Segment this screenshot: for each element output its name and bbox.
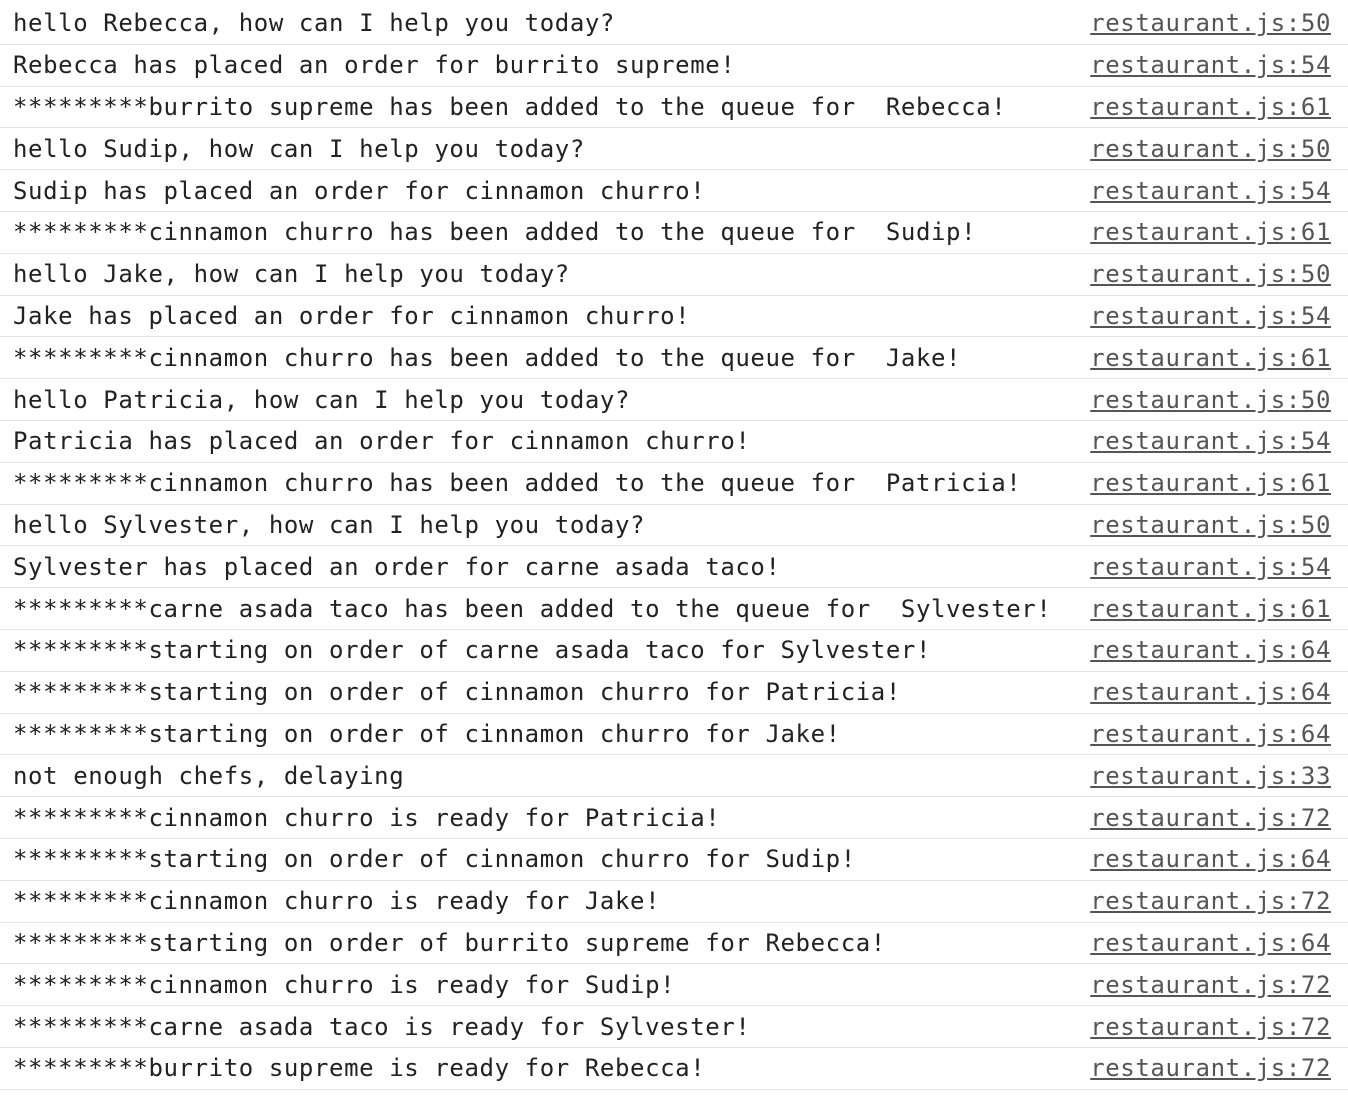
log-message: Sylvester has placed an order for carne … (13, 552, 781, 581)
log-source-link[interactable]: restaurant.js:54 (1090, 553, 1331, 581)
log-message: *********starting on order of cinnamon c… (13, 845, 856, 874)
log-message: *********starting on order of cinnamon c… (13, 719, 841, 748)
log-message: Sudip has placed an order for cinnamon c… (13, 176, 706, 205)
log-row: hello Sudip, how can I help you today? r… (0, 128, 1348, 171)
log-row: hello Rebecca, how can I help you today?… (0, 3, 1348, 45)
log-row: Sylvester has placed an order for carne … (0, 546, 1348, 589)
log-message: not enough chefs, delaying (13, 761, 405, 790)
log-message: *********cinnamon churro is ready for Pa… (13, 803, 721, 832)
log-message: *********burrito supreme is ready for Re… (13, 1054, 706, 1083)
log-source-link[interactable]: restaurant.js:33 (1090, 762, 1331, 790)
log-row: Sudip has placed an order for cinnamon c… (0, 170, 1348, 212)
log-message: *********starting on order of burrito su… (13, 928, 886, 957)
log-row: *********starting on order of burrito su… (0, 923, 1348, 965)
log-row: *********carne asada taco has been added… (0, 588, 1348, 630)
console-log-list: hello Rebecca, how can I help you today?… (0, 0, 1348, 1090)
log-source-link[interactable]: restaurant.js:50 (1090, 260, 1331, 288)
log-source-link[interactable]: restaurant.js:50 (1090, 386, 1331, 414)
log-row: Jake has placed an order for cinnamon ch… (0, 296, 1348, 338)
log-row: not enough chefs, delaying restaurant.js… (0, 755, 1348, 798)
log-source-link[interactable]: restaurant.js:61 (1090, 218, 1331, 246)
log-message: hello Rebecca, how can I help you today? (13, 9, 615, 38)
log-message: *********cinnamon churro is ready for Su… (13, 970, 676, 999)
log-message: *********starting on order of carne asad… (13, 636, 932, 665)
log-message: *********cinnamon churro is ready for Ja… (13, 887, 661, 916)
log-source-link[interactable]: restaurant.js:50 (1090, 9, 1331, 37)
log-row: *********cinnamon churro has been added … (0, 463, 1348, 505)
log-message: Rebecca has placed an order for burrito … (13, 51, 736, 80)
log-row: *********cinnamon churro is ready for Pa… (0, 797, 1348, 839)
log-source-link[interactable]: restaurant.js:72 (1090, 971, 1331, 999)
log-source-link[interactable]: restaurant.js:50 (1090, 135, 1331, 163)
log-row: *********burrito supreme has been added … (0, 87, 1348, 129)
log-source-link[interactable]: restaurant.js:72 (1090, 1013, 1331, 1041)
log-row: *********cinnamon churro has been added … (0, 212, 1348, 254)
log-row: *********cinnamon churro is ready for Ja… (0, 881, 1348, 923)
log-source-link[interactable]: restaurant.js:61 (1090, 344, 1331, 372)
log-source-link[interactable]: restaurant.js:64 (1090, 845, 1331, 873)
log-row: *********starting on order of cinnamon c… (0, 672, 1348, 714)
log-row: *********starting on order of cinnamon c… (0, 714, 1348, 756)
log-source-link[interactable]: restaurant.js:72 (1090, 804, 1331, 832)
log-row: hello Jake, how can I help you today? re… (0, 254, 1348, 296)
log-source-link[interactable]: restaurant.js:64 (1090, 636, 1331, 664)
log-source-link[interactable]: restaurant.js:50 (1090, 511, 1331, 539)
log-source-link[interactable]: restaurant.js:61 (1090, 469, 1331, 497)
log-source-link[interactable]: restaurant.js:61 (1090, 93, 1331, 121)
log-source-link[interactable]: restaurant.js:54 (1090, 177, 1331, 205)
log-source-link[interactable]: restaurant.js:64 (1090, 929, 1331, 957)
log-row: Rebecca has placed an order for burrito … (0, 45, 1348, 87)
log-message: hello Sylvester, how can I help you toda… (13, 510, 646, 539)
log-message: *********cinnamon churro has been added … (13, 469, 1022, 498)
log-source-link[interactable]: restaurant.js:64 (1090, 720, 1331, 748)
log-row: *********burrito supreme is ready for Re… (0, 1048, 1348, 1090)
log-message: *********carne asada taco has been added… (13, 594, 1052, 623)
log-row: hello Sylvester, how can I help you toda… (0, 505, 1348, 547)
log-source-link[interactable]: restaurant.js:61 (1090, 595, 1331, 623)
log-row: *********cinnamon churro is ready for Su… (0, 964, 1348, 1007)
log-message: hello Jake, how can I help you today? (13, 260, 570, 289)
log-row: *********cinnamon churro has been added … (0, 337, 1348, 380)
log-message: *********cinnamon churro has been added … (13, 218, 977, 247)
log-row: *********starting on order of cinnamon c… (0, 839, 1348, 881)
log-source-link[interactable]: restaurant.js:64 (1090, 678, 1331, 706)
log-source-link[interactable]: restaurant.js:72 (1090, 887, 1331, 915)
log-row: *********carne asada taco is ready for S… (0, 1006, 1348, 1048)
log-message: Patricia has placed an order for cinnamo… (13, 427, 751, 456)
log-row: *********starting on order of carne asad… (0, 630, 1348, 672)
log-row: Patricia has placed an order for cinnamo… (0, 421, 1348, 463)
log-source-link[interactable]: restaurant.js:54 (1090, 302, 1331, 330)
log-message: *********starting on order of cinnamon c… (13, 678, 901, 707)
log-row: hello Patricia, how can I help you today… (0, 379, 1348, 421)
log-message: *********burrito supreme has been added … (13, 92, 1007, 121)
log-source-link[interactable]: restaurant.js:54 (1090, 51, 1331, 79)
log-source-link[interactable]: restaurant.js:54 (1090, 427, 1331, 455)
log-message: hello Patricia, how can I help you today… (13, 385, 631, 414)
log-source-link[interactable]: restaurant.js:72 (1090, 1054, 1331, 1082)
log-message: hello Sudip, how can I help you today? (13, 134, 585, 163)
log-message: *********cinnamon churro has been added … (13, 343, 962, 372)
log-message: *********carne asada taco is ready for S… (13, 1012, 751, 1041)
log-message: Jake has placed an order for cinnamon ch… (13, 301, 691, 330)
